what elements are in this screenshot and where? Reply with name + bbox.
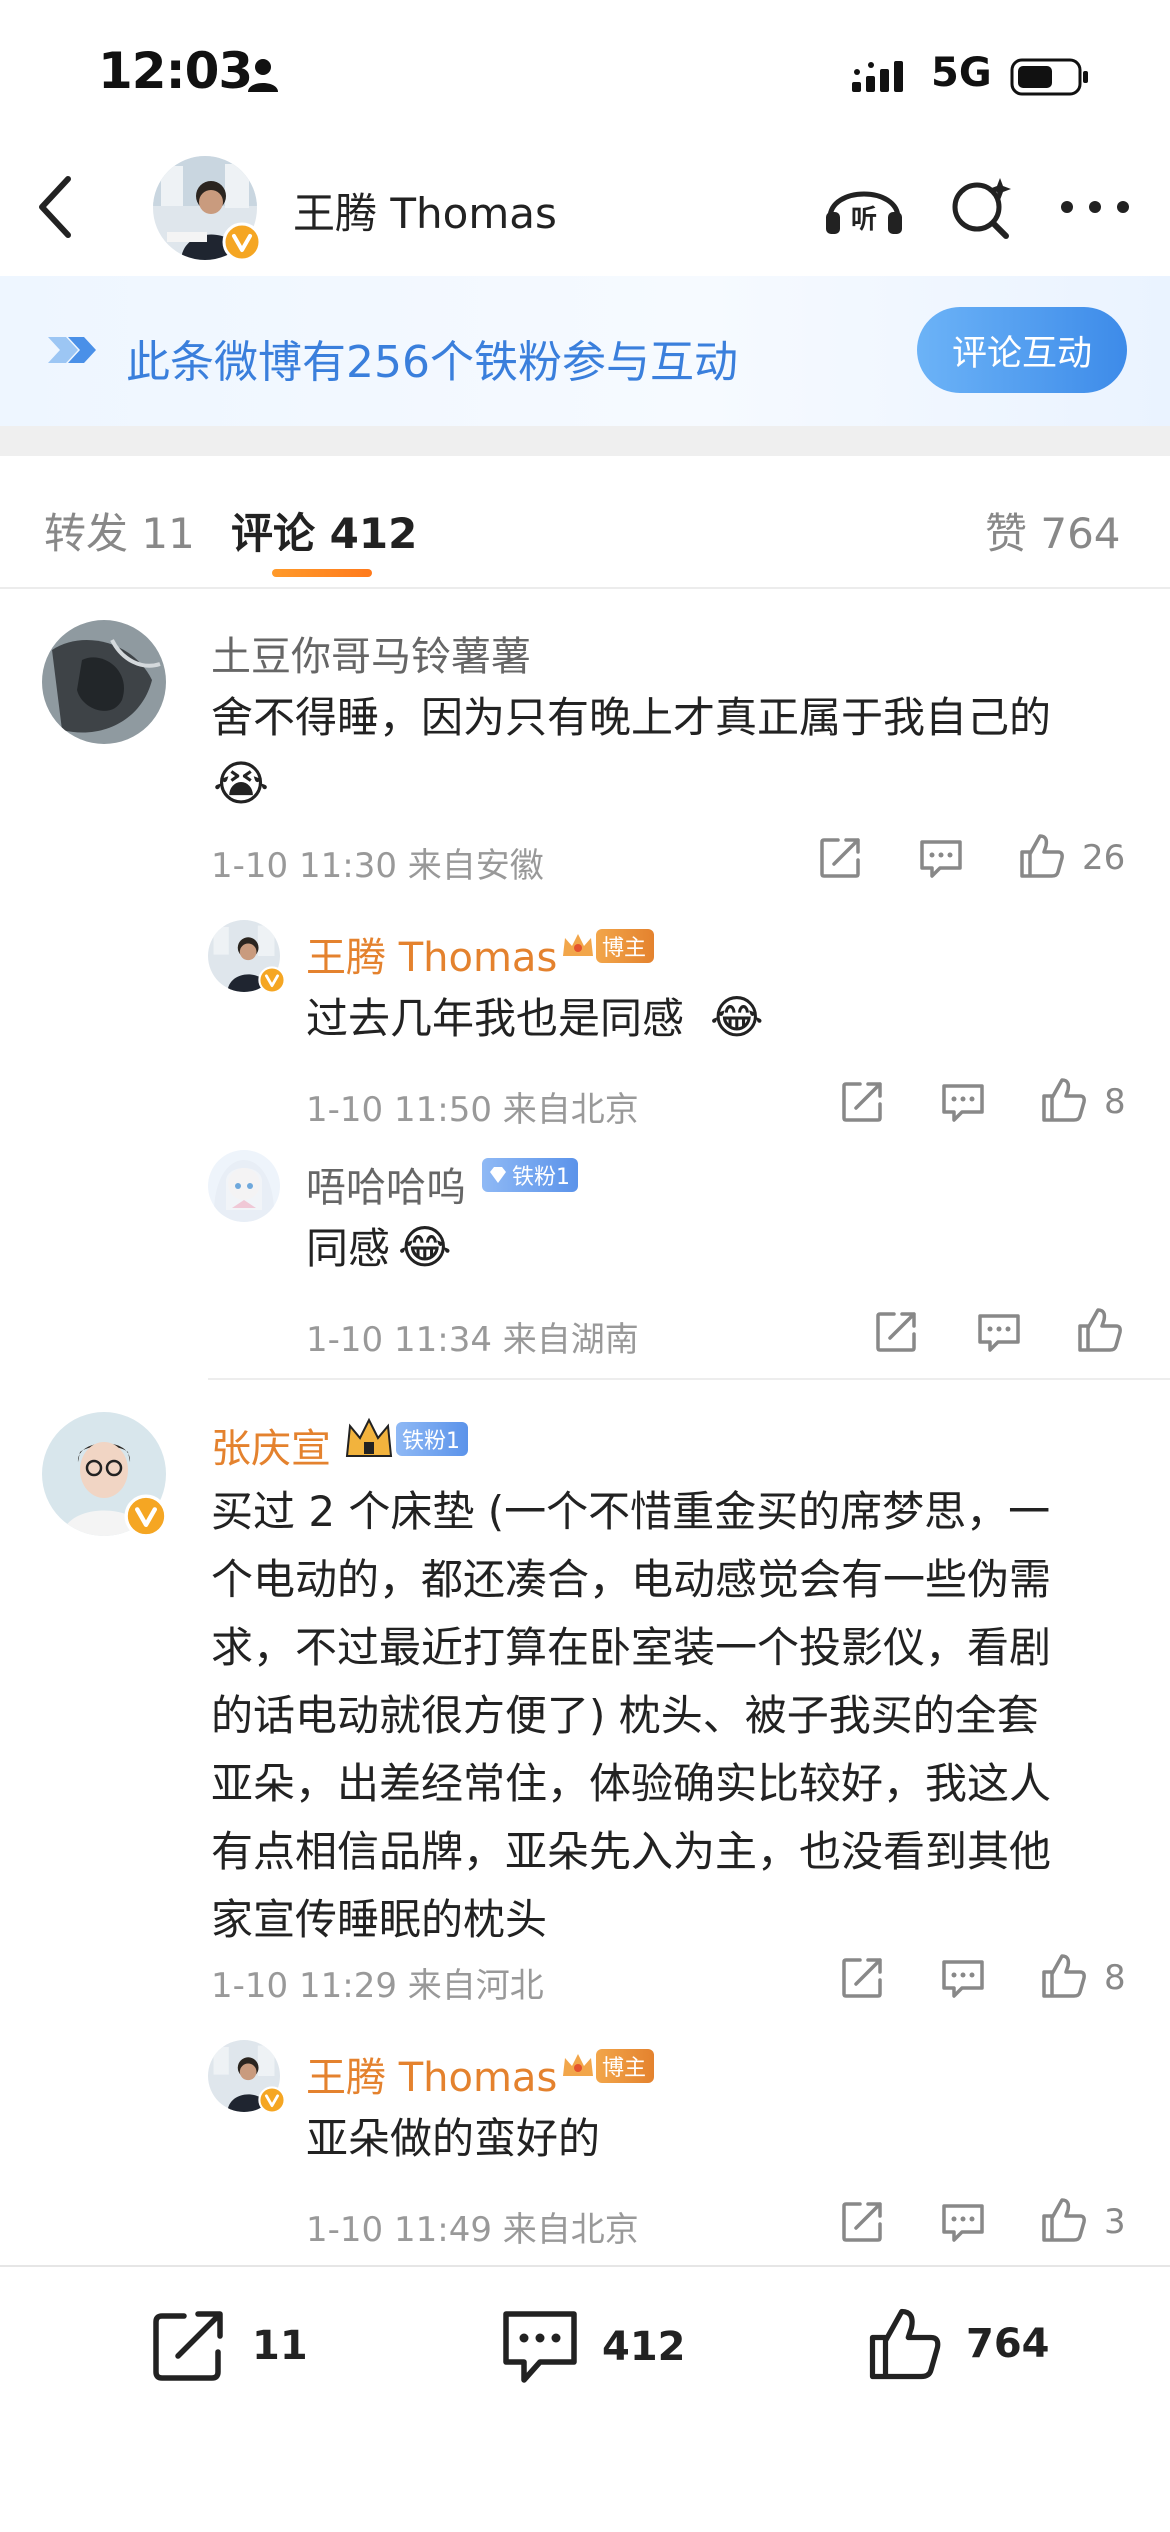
crown-icon — [345, 1417, 393, 1457]
tab-like[interactable]: 赞 764 — [985, 500, 1121, 561]
bottom-bar-divider — [0, 2265, 1170, 2267]
comment-meta: 1-10 11:29 来自河北 — [211, 1966, 544, 2006]
tab-divider — [0, 587, 1170, 589]
blogger-badge: 博主 — [560, 2048, 655, 2084]
fan-badge: 铁粉1 — [344, 1416, 468, 1462]
bottom-comment-count: 412 — [602, 2324, 686, 2370]
like-icon[interactable] — [1018, 832, 1066, 880]
comment-icon[interactable] — [940, 2202, 986, 2244]
reply-text: 过去几年我也是同感 — [306, 994, 685, 1043]
like-icon[interactable] — [1040, 2196, 1088, 2244]
tab-comment[interactable]: 评论 412 — [231, 500, 417, 561]
comment-interact-button[interactable]: 评论互动 — [917, 307, 1127, 393]
crying-emoji-icon: 😭 — [213, 756, 270, 812]
reply-username[interactable]: 唔哈哈呜 — [306, 1155, 466, 1213]
bottom-repost-count: 11 — [252, 2323, 308, 2369]
more-icon[interactable] — [1060, 200, 1130, 214]
comment-text-line: 家宣传睡眠的枕头 — [211, 1895, 548, 1944]
share-icon[interactable] — [874, 1310, 918, 1354]
share-icon[interactable] — [840, 2200, 884, 2244]
reply-meta: 1-10 11:34 来自湖南 — [306, 1320, 639, 1360]
listen-icon[interactable]: 听 — [822, 176, 906, 236]
section-gap — [0, 426, 1170, 456]
tab-repost[interactable]: 转发 11 — [44, 500, 195, 561]
like-icon[interactable] — [1040, 1076, 1088, 1124]
fans-banner-icon — [44, 333, 100, 367]
comment-text-line: 的话电动就很方便了) 枕头、被子我买的全套 — [211, 1691, 1039, 1740]
like-count: 8 — [1104, 1082, 1126, 1122]
comment-icon[interactable] — [940, 1958, 986, 2000]
verified-badge-icon — [124, 1494, 168, 1538]
battery-icon — [1010, 57, 1090, 97]
comment-icon[interactable] — [940, 1082, 986, 1124]
share-icon — [153, 2311, 223, 2381]
fans-banner-text: 此条微博有256个铁粉参与互动 — [126, 337, 738, 388]
comment-text-line: 求，不过最近打算在卧室装一个投影仪，看剧 — [211, 1623, 1052, 1672]
back-icon[interactable] — [34, 175, 74, 239]
laughing-emoji-icon: 😂 — [710, 990, 764, 1044]
network-label: 5G — [931, 50, 992, 96]
fan-tag: 铁粉1 — [482, 1158, 578, 1192]
verified-badge-icon — [258, 966, 286, 994]
like-icon — [869, 2308, 941, 2380]
comment-meta: 1-10 11:30 来自安徽 — [211, 846, 544, 886]
verified-badge-icon — [222, 222, 262, 262]
compose-icon[interactable] — [948, 174, 1014, 240]
comment-username[interactable]: 土豆你哥马铃薯薯 — [211, 624, 531, 682]
signal-icon — [852, 58, 918, 94]
diamond-icon — [490, 1167, 506, 1183]
comment-text-line: 个电动的，都还凑合，电动感觉会有一些伪需 — [211, 1555, 1052, 1604]
crown-icon — [563, 934, 593, 956]
comment-username[interactable]: 张庆宣 — [211, 1416, 331, 1474]
comment-text: 舍不得睡，因为只有晚上才真正属于我自己的 — [211, 693, 1052, 742]
status-time: 12:03 — [98, 42, 253, 100]
comment-text: 买过 2 个床垫 (一个不惜重金买的席梦思，一 个电动的，都还凑合，电动感觉会有… — [211, 1478, 1051, 1954]
share-icon[interactable] — [840, 1080, 884, 1124]
bottom-repost-button[interactable]: 11 — [150, 2308, 308, 2384]
fan-badge: 铁粉1 — [482, 1158, 578, 1192]
like-icon[interactable] — [1040, 1952, 1088, 2000]
blogger-tag: 博主 — [596, 929, 655, 963]
comment-icon[interactable] — [976, 1312, 1022, 1354]
tab-active-indicator — [272, 569, 372, 577]
bottom-like-button[interactable]: 764 — [866, 2304, 1050, 2384]
fan-tag-label: 铁粉1 — [512, 1165, 570, 1190]
header-title: 王腾 Thomas — [293, 189, 557, 238]
reply-meta: 1-10 11:49 来自北京 — [306, 2210, 639, 2250]
avatar[interactable] — [42, 620, 166, 744]
person-icon — [246, 58, 280, 94]
avatar[interactable] — [208, 1150, 280, 1222]
crown-icon — [563, 2054, 593, 2076]
comment-icon[interactable] — [918, 838, 964, 880]
comment-text-line: 亚朵，出差经常住，体验确实比较好，我这人 — [211, 1759, 1052, 1808]
laughing-emoji-icon: 😂 — [398, 1220, 452, 1274]
svg-text:听: 听 — [851, 205, 877, 235]
comment-text-line: 有点相信品牌，亚朵先入为主，也没看到其他 — [211, 1827, 1052, 1876]
blogger-tag: 博主 — [596, 2049, 655, 2083]
like-count: 8 — [1104, 1958, 1126, 1998]
reply-meta: 1-10 11:50 来自北京 — [306, 1090, 639, 1130]
comment-divider — [208, 1378, 1170, 1380]
share-icon[interactable] — [818, 836, 862, 880]
like-count: 3 — [1104, 2202, 1126, 2242]
reply-text: 同感 — [306, 1224, 391, 1273]
reply-username[interactable]: 王腾 Thomas — [306, 925, 557, 983]
like-icon[interactable] — [1076, 1306, 1124, 1354]
comment-text-line: 买过 2 个床垫 (一个不惜重金买的席梦思，一 — [211, 1487, 1051, 1536]
bottom-like-count: 764 — [966, 2321, 1050, 2367]
verified-badge-icon — [258, 2086, 286, 2114]
comment-icon — [503, 2311, 577, 2383]
like-count: 26 — [1082, 838, 1126, 878]
share-icon[interactable] — [840, 1956, 884, 2000]
reply-username[interactable]: 王腾 Thomas — [306, 2045, 557, 2103]
bottom-comment-button[interactable]: 412 — [500, 2308, 686, 2386]
reply-text: 亚朵做的蛮好的 — [306, 2114, 601, 2163]
fan-tag: 铁粉1 — [396, 1422, 468, 1456]
blogger-badge: 博主 — [560, 928, 655, 964]
